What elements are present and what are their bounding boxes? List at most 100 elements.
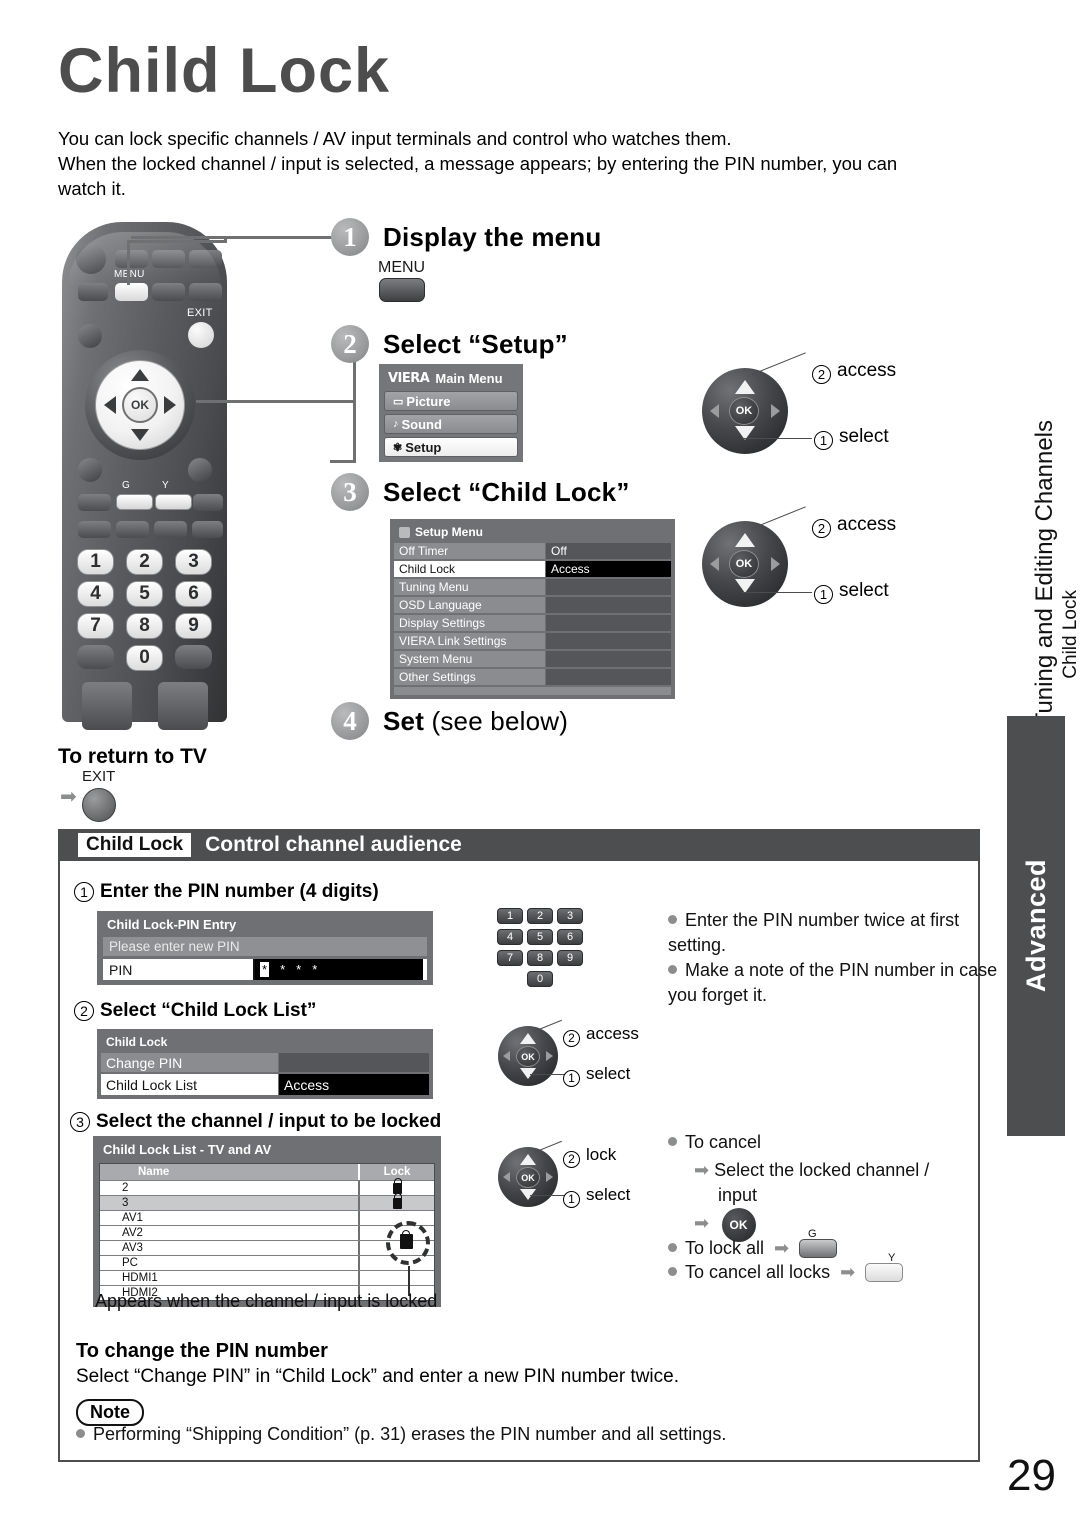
wheel-sub2-up-icon [520, 1033, 536, 1044]
nav-wheel-sub-3: OK [498, 1147, 558, 1207]
side-chapter-main: Tuning and Editing Channels [1031, 420, 1058, 728]
table-row[interactable]: HDMI1 [100, 1270, 434, 1285]
cancel-instruction-line1: Select the locked channel / [714, 1160, 930, 1180]
table-row[interactable]: AV1 [100, 1210, 434, 1225]
setup-row-viera-link-settings-name: VIERA Link Settings [394, 633, 546, 649]
dpad-right-icon [164, 396, 176, 414]
dpad-left-icon [104, 396, 116, 414]
viera-logo: VIERA [388, 371, 430, 386]
table-row[interactable]: 3 [100, 1193, 434, 1210]
setup-row-tuning-menu-value [546, 579, 671, 595]
main-menu-item-sound[interactable]: ♪ Sound [384, 414, 518, 434]
remote-num-8: 8 [126, 613, 163, 639]
main-menu-item-picture-label: Picture [406, 393, 451, 409]
step-4-title-thin: (see below) [431, 705, 569, 736]
child-lock-list-header-row: Name Lock [100, 1164, 434, 1180]
setup-row-off-timer[interactable]: Off Timer Off [394, 543, 671, 559]
setup-row-other-settings-name: Other Settings [394, 669, 546, 685]
remote-color-key-red [78, 494, 111, 511]
note-badge: Note [76, 1399, 144, 1426]
wheel2-select-leader [742, 438, 812, 440]
sub-step-1-heading-text: Enter the PIN number (4 digits) [100, 881, 379, 902]
wheel-sub2-access-label: 2 access [563, 1024, 639, 1047]
cancel-title-bullet [668, 1137, 677, 1146]
step-4-title: Set (see below) [383, 706, 568, 737]
pin-entry-osd: Child Lock-PIN Entry Please enter new PI… [97, 911, 433, 985]
step-3: 3 Select “Child Lock” [331, 473, 630, 511]
setup-row-child-lock-value: Access [546, 561, 671, 577]
side-tab-advanced: Advanced [1007, 716, 1065, 1136]
wheel-sub3-lock-text: lock [586, 1145, 617, 1164]
remote-power-button [76, 244, 106, 274]
wheel2-up-icon [735, 380, 755, 394]
main-menu-item-picture[interactable]: ▭ Picture [384, 391, 518, 411]
setup-row-display-settings[interactable]: Display Settings [394, 615, 671, 631]
remote-num-6: 6 [175, 581, 212, 607]
table-row[interactable]: AV2 [100, 1225, 434, 1240]
setup-row-child-lock[interactable]: Child Lock Access [394, 561, 671, 577]
table-row[interactable]: 2 [100, 1178, 434, 1195]
setup-menu-footer [394, 687, 671, 695]
main-menu-item-sound-label: Sound [401, 416, 442, 432]
wheel2-access-number: 2 [812, 365, 831, 384]
table-row-name: 3 [122, 1197, 129, 1209]
step-4-number: 4 [331, 702, 369, 740]
setup-row-viera-link-settings[interactable]: VIERA Link Settings [394, 633, 671, 649]
intro-line-1: You can lock specific channels / AV inpu… [58, 128, 732, 149]
pin-star-3: * [296, 962, 302, 977]
setup-row-off-timer-value: Off [546, 543, 671, 559]
remote-button-lower-right [188, 458, 212, 482]
setup-row-tuning-menu[interactable]: Tuning Menu [394, 579, 671, 595]
pin-entry-field[interactable]: * * * * [255, 959, 427, 980]
leader-menu-horizontal [127, 240, 227, 243]
wheel-sub2-right-icon [546, 1051, 553, 1061]
wheel2-select-number: 1 [814, 431, 833, 450]
wheel-sub3-lock-number: 2 [563, 1150, 580, 1168]
wheel3-select-text: select [839, 580, 889, 601]
wheel3-select-label: 1 select [814, 580, 889, 604]
leader-menu-horizontal-2 [131, 236, 226, 239]
remote-button-top-1 [115, 250, 148, 268]
child-lock-row-change-pin[interactable]: Change PIN [101, 1053, 429, 1072]
wheel3-up-icon [735, 533, 755, 547]
main-menu-item-setup[interactable]: ✾ Setup [384, 437, 518, 457]
keypad-graphic: 1 2 3 4 5 6 7 8 9 0 [497, 908, 583, 988]
keypad-key-2: 2 [527, 908, 553, 924]
wheel3-ok-button: OK [729, 550, 759, 578]
child-lock-row-list-value: Access [279, 1074, 429, 1095]
setup-row-other-settings[interactable]: Other Settings [394, 669, 671, 685]
return-to-tv-key-label: EXIT [82, 768, 116, 785]
setup-icon-small [399, 526, 410, 538]
setup-row-osd-language[interactable]: OSD Language [394, 597, 671, 613]
table-row-name: PC [122, 1257, 138, 1269]
table-row[interactable]: AV3 [100, 1240, 434, 1255]
pin-entry-row[interactable]: PIN * * * * [103, 959, 427, 980]
table-row[interactable]: PC [100, 1255, 434, 1270]
menu-key-graphic [379, 278, 425, 302]
setup-row-osd-language-name: OSD Language [394, 597, 546, 613]
remote-button-row4-4 [192, 521, 223, 538]
remote-color-key-blue [193, 494, 223, 511]
side-tab-advanced-label: Advanced [1020, 859, 1051, 993]
setup-row-child-lock-name: Child Lock [394, 561, 546, 577]
sub-step-3-heading: 3 Select the channel / input to be locke… [70, 1111, 441, 1133]
lock-icon [392, 1178, 402, 1194]
setup-row-system-menu[interactable]: System Menu [394, 651, 671, 667]
yellow-key-tag: Y [888, 1252, 896, 1264]
sub-step-1-heading: 1 Enter the PIN number (4 digits) [74, 881, 379, 903]
intro-paragraph: You can lock specific channels / AV inpu… [58, 126, 1008, 201]
wheel2-left-icon [710, 404, 719, 418]
child-lock-list-osd: Child Lock List - TV and AV Name Lock 2 … [93, 1136, 441, 1307]
pin-note-2-bullet [668, 965, 677, 974]
wheel3-left-icon [710, 557, 719, 571]
child-lock-row-list[interactable]: Child Lock List Access [101, 1074, 429, 1095]
sound-icon: ♪ [393, 418, 399, 430]
keypad-key-7: 7 [497, 950, 523, 966]
wheel-sub2-select-leader [530, 1074, 565, 1076]
keypad-key-6: 6 [557, 929, 583, 945]
table-row-name: HDMI1 [122, 1272, 158, 1284]
setup-row-tuning-menu-name: Tuning Menu [394, 579, 546, 595]
keypad-key-8: 8 [527, 950, 553, 966]
cancel-instruction-line2: input [718, 1185, 758, 1205]
wheel3-access-label: 2 access [812, 514, 896, 538]
